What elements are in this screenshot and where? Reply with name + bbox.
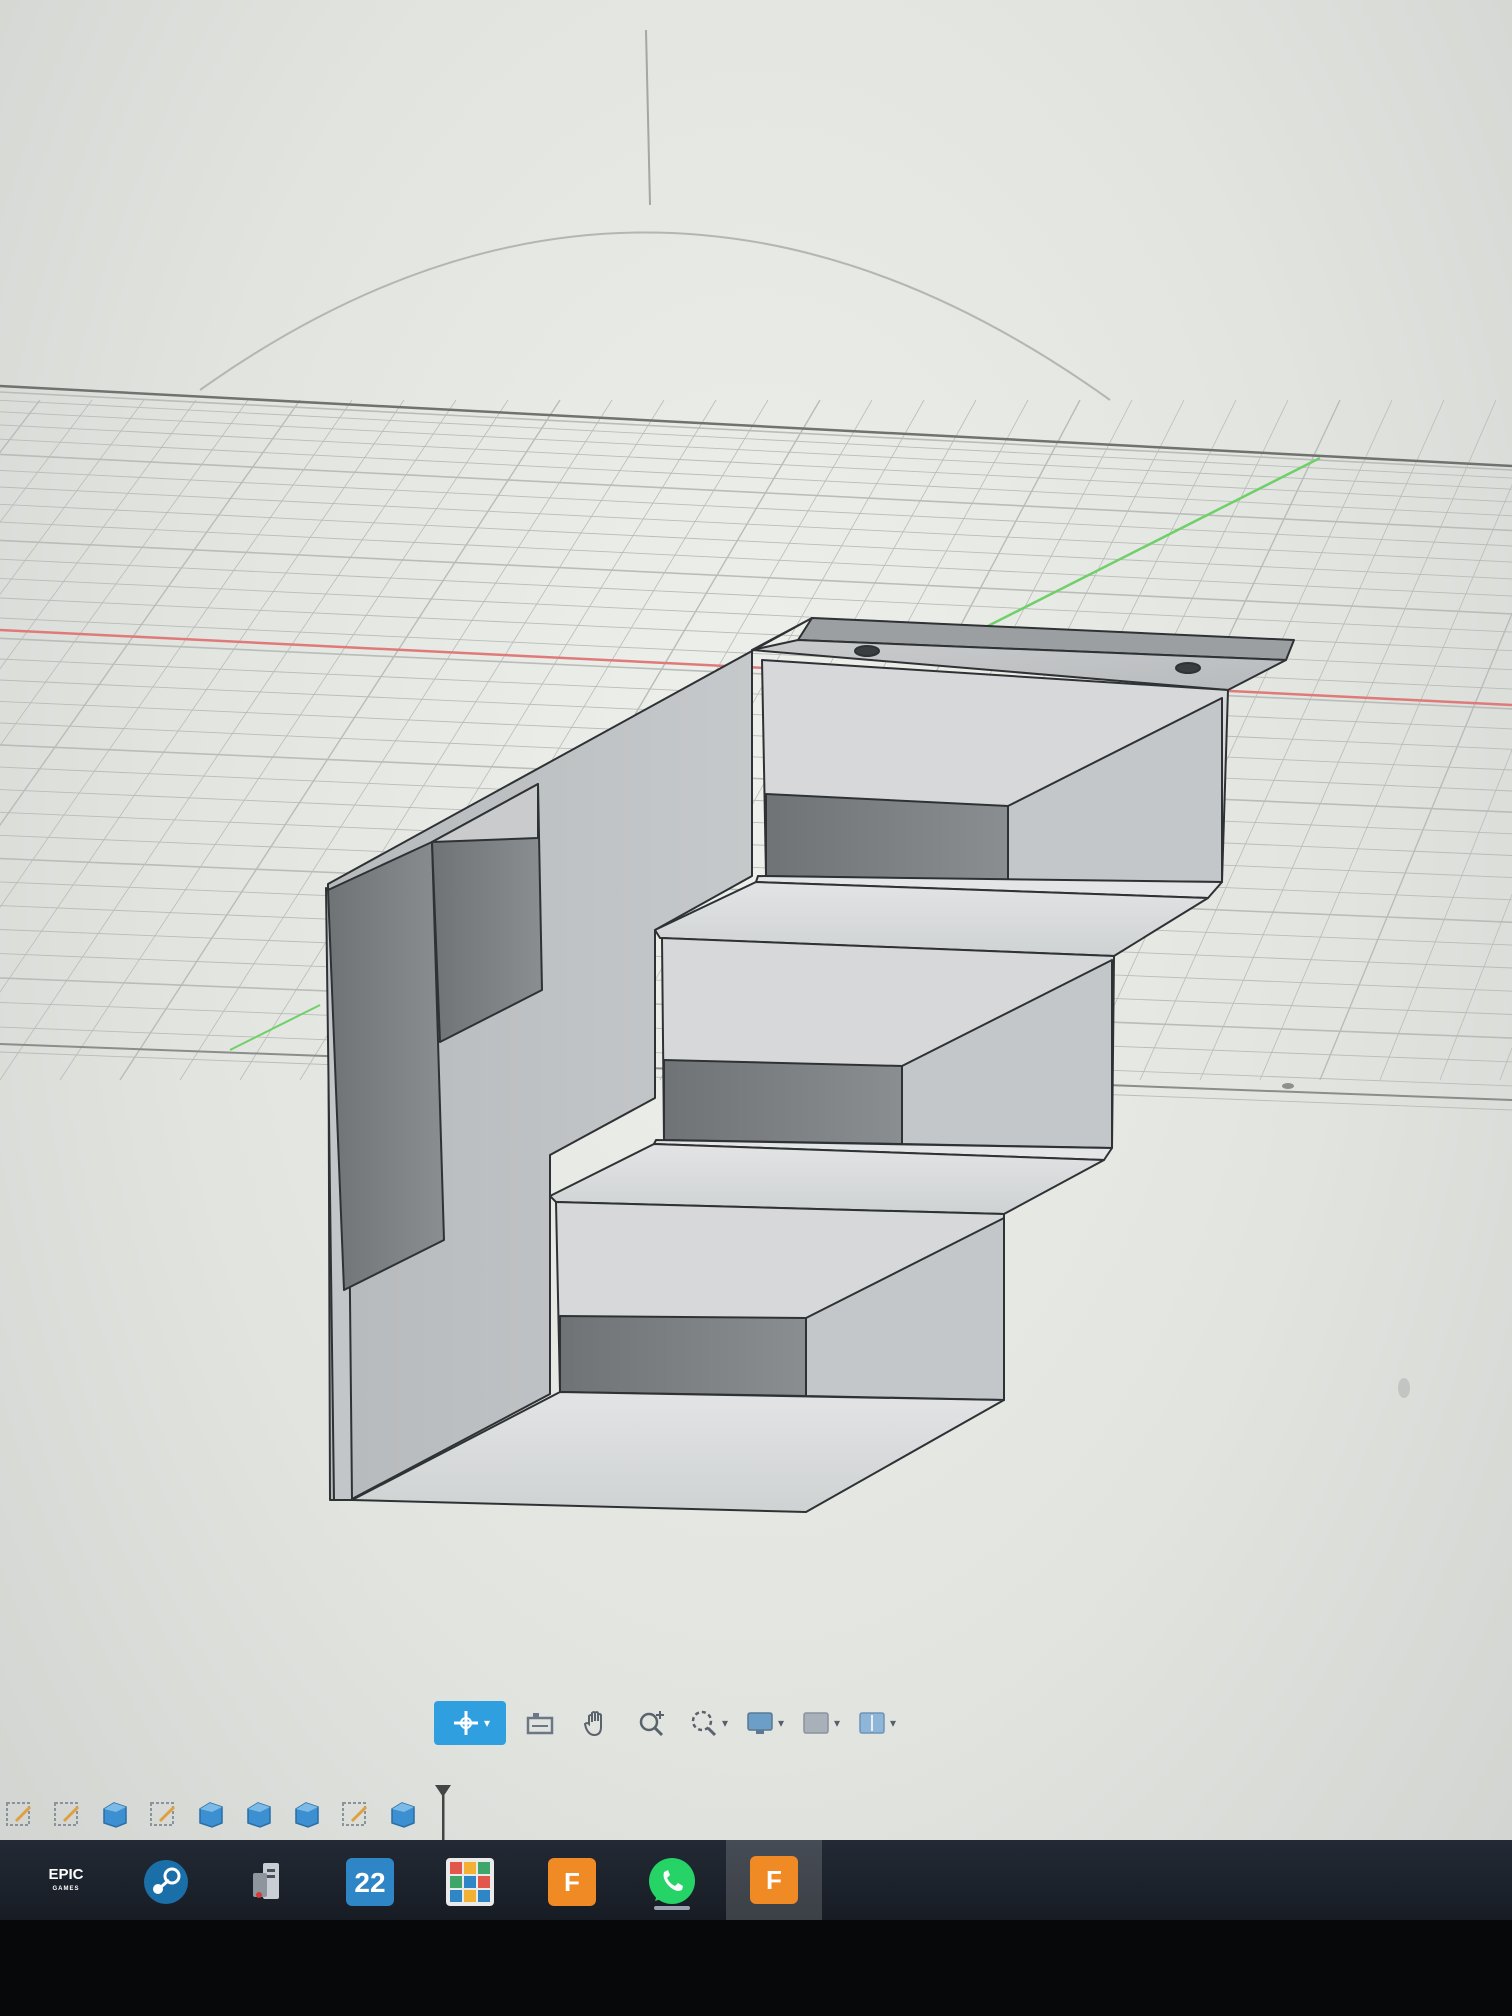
grid-line	[0, 424, 1512, 503]
timeline-item-extrude[interactable]	[98, 1797, 132, 1831]
timeline-marker-icon	[435, 1785, 451, 1843]
timeline-item-extrude[interactable]	[290, 1797, 324, 1831]
grid-line	[0, 391, 1512, 471]
taskbar-fusion-360-active[interactable]: F	[726, 1840, 822, 1920]
sketch-icon	[150, 1802, 176, 1826]
chevron-down-icon[interactable]: ▾	[722, 1716, 728, 1730]
epic-games-icon: EPIC GAMES	[48, 1866, 84, 1892]
timeline-item-sketch[interactable]	[50, 1797, 84, 1831]
grid-line	[0, 789, 1512, 856]
display-settings-button[interactable]: ▾	[742, 1701, 786, 1745]
grid-boundary	[0, 384, 1512, 468]
pan-hand-icon	[583, 1711, 602, 1737]
fusion-360-icon: F	[750, 1856, 798, 1904]
timeline-item-sketch[interactable]	[2, 1797, 36, 1831]
grid-line	[1439, 893, 1512, 1081]
grid-line	[0, 558, 1512, 633]
calendar-app-icon	[446, 1858, 494, 1906]
viewports-icon	[859, 1712, 885, 1734]
steam-icon	[144, 1860, 188, 1904]
chevron-down-icon: ▾	[483, 1716, 491, 1730]
grid-settings-button[interactable]: ▾	[798, 1701, 842, 1745]
timeline-item-sketch[interactable]	[146, 1797, 180, 1831]
svg-text:F: F	[564, 1867, 580, 1897]
fusion-360-icon: F	[548, 1858, 596, 1906]
svg-text:F: F	[766, 1865, 782, 1895]
taskbar-steam[interactable]	[136, 1852, 196, 1912]
pan-button[interactable]	[574, 1701, 618, 1745]
viewports-button[interactable]: ▾	[854, 1701, 898, 1745]
grid-line	[0, 453, 1512, 532]
orbit-arc	[199, 231, 1111, 401]
extrude-icon	[295, 1802, 319, 1828]
grid-line	[0, 679, 1512, 750]
sketch-icon	[342, 1802, 368, 1826]
taskbar-app-22[interactable]: 22	[340, 1852, 400, 1912]
timeline-marker[interactable]	[434, 1783, 452, 1845]
chevron-down-icon[interactable]: ▾	[890, 1716, 896, 1730]
shelf-bracket-model[interactable]	[325, 617, 1295, 1513]
grid-line	[0, 399, 301, 827]
zoom-button[interactable]	[630, 1701, 674, 1745]
grid-line	[1259, 483, 1512, 1081]
navigation-toolbar: ▾ ▾ ▾ ▾ ▾	[430, 1696, 924, 1750]
timeline-item-extrude[interactable]	[194, 1797, 228, 1831]
grid-settings-icon	[803, 1712, 829, 1734]
grid-line	[0, 700, 1512, 771]
svg-text:22: 22	[354, 1867, 385, 1898]
monitor-bezel	[0, 1920, 1512, 2016]
running-indicator	[654, 1906, 690, 1910]
timeline-item-extrude[interactable]	[242, 1797, 276, 1831]
chevron-down-icon[interactable]: ▾	[834, 1716, 840, 1730]
y-axis-line	[645, 29, 651, 206]
grid-line	[0, 766, 1512, 835]
look-at-button[interactable]	[518, 1701, 562, 1745]
extrude-icon	[391, 1802, 415, 1828]
3d-viewport[interactable]	[0, 0, 1512, 1840]
taskbar-epic-games[interactable]: EPIC GAMES	[36, 1852, 96, 1912]
sketch-icon	[54, 1802, 80, 1826]
extrude-icon	[103, 1802, 127, 1828]
timeline-item-sketch[interactable]	[338, 1797, 372, 1831]
app-22-icon: 22	[346, 1858, 394, 1906]
grid-line	[1319, 611, 1512, 1081]
orbit-button[interactable]: ▾	[434, 1701, 506, 1745]
origin-marker	[1282, 1083, 1294, 1089]
chevron-down-icon[interactable]: ▾	[778, 1716, 784, 1730]
design-timeline	[0, 1782, 462, 1846]
grid-line	[0, 521, 1512, 597]
grid-line	[0, 722, 1512, 792]
windows-taskbar: EPIC GAMES 22 F F	[0, 1840, 1512, 1920]
grid-line	[0, 399, 249, 747]
timeline-item-extrude[interactable]	[386, 1797, 420, 1831]
sketch-icon	[6, 1802, 32, 1826]
orbit-icon	[453, 1711, 478, 1735]
cursor-mark	[1398, 1378, 1410, 1398]
taskbar-whatsapp[interactable]	[642, 1852, 702, 1912]
fit-icon	[691, 1710, 717, 1737]
zoom-icon	[639, 1711, 664, 1737]
display-settings-icon	[747, 1712, 773, 1734]
extrude-icon	[199, 1802, 223, 1828]
cad-screen: ▾ ▾ ▾ ▾ ▾ EPIC GAMES 22 F F	[0, 0, 1512, 2016]
fit-button[interactable]: ▾	[686, 1701, 730, 1745]
pc-manager-icon	[253, 1863, 279, 1899]
taskbar-calendar-app[interactable]	[440, 1852, 500, 1912]
look-at-icon	[526, 1713, 554, 1735]
taskbar-fusion-360[interactable]: F	[542, 1852, 602, 1912]
extrude-icon	[247, 1802, 271, 1828]
grid-line	[0, 399, 197, 670]
grid-line	[1379, 748, 1512, 1081]
taskbar-pc-manager[interactable]	[240, 1852, 300, 1912]
whatsapp-icon	[649, 1858, 695, 1904]
grid-line	[0, 539, 1512, 615]
